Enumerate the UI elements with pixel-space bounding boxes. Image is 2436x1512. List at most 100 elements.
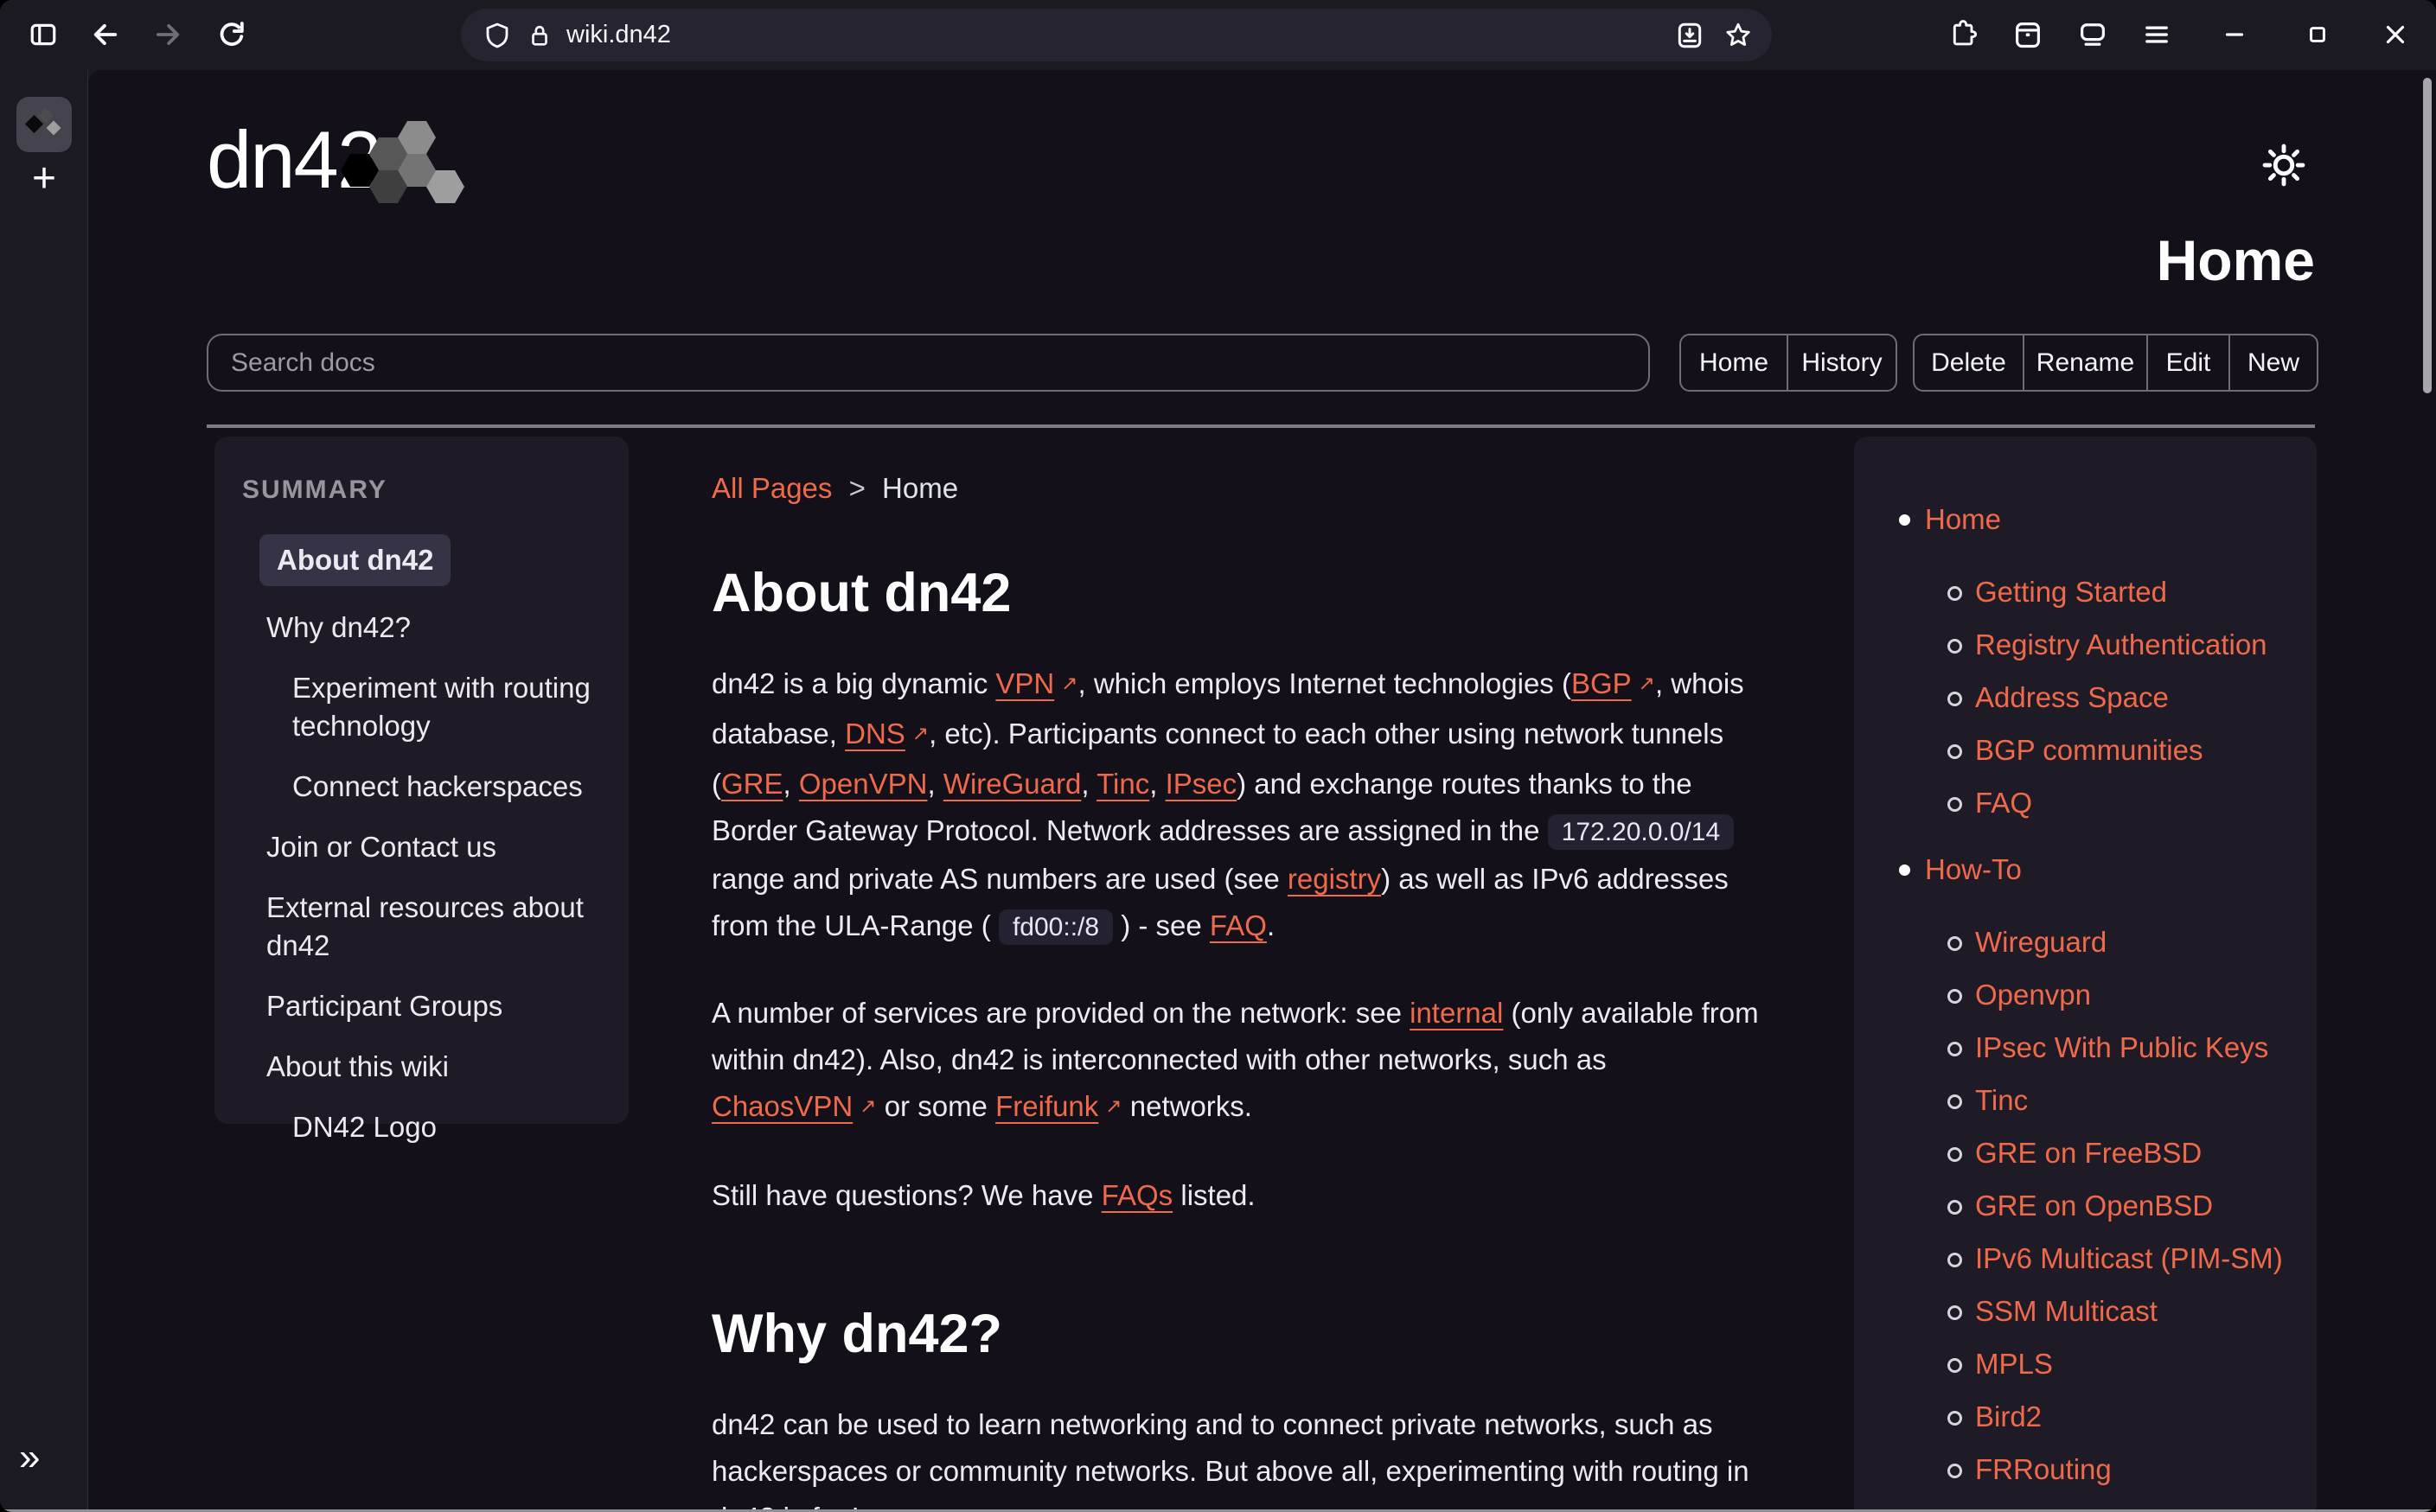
menu-button[interactable] [2132,10,2181,59]
new-tab-button[interactable]: + [0,155,88,202]
toc-link-ipsec-with-public-keys[interactable]: IPsec With Public Keys [1975,1031,2268,1063]
link-wireguard[interactable]: WireGuard [943,768,1082,800]
shield-icon[interactable] [483,22,511,49]
summary-item[interactable]: External resources about dn42 [266,889,604,965]
summary-heading: SUMMARY [242,475,604,505]
link-faq[interactable]: FAQ [1210,909,1267,941]
new-button[interactable]: New [2228,335,2317,390]
toc-subitem: SSM Multicast [1925,1292,2317,1337]
minimize-button[interactable] [2210,10,2259,59]
tab-overview-button[interactable] [2068,10,2117,59]
search-input[interactable] [207,334,1650,392]
maximize-button[interactable] [2293,10,2342,59]
toc-link-gre-on-freebsd[interactable]: GRE on FreeBSD [1975,1137,2202,1169]
summary-item[interactable]: Connect hackerspaces [292,768,604,806]
sidebar-toggle-icon [29,20,58,49]
summary-items: About dn42 Why dn42? Experiment with routi… [239,534,604,1146]
toc-subitem: GRE on OpenBSD [1925,1187,2317,1231]
summary-item[interactable]: Join or Contact us [266,828,604,866]
toc-link-faq[interactable]: FAQ [1975,787,2032,819]
header-divider [207,424,2315,428]
sidebar-toggle-button[interactable] [19,10,67,59]
vertical-tab-strip: + » [0,70,88,1512]
back-button[interactable] [81,10,130,59]
section-heading-about: About dn42 [712,565,1777,622]
summary-item[interactable]: Participant Groups [266,987,604,1025]
theme-toggle-button[interactable] [2261,143,2306,188]
summary-item-active[interactable]: About dn42 [259,534,451,586]
browser-window: wiki.dn42 [0,0,2436,1512]
toc-link-mpls[interactable]: MPLS [1975,1348,2053,1380]
hamburger-icon [2141,19,2172,50]
toc-link-ipv6-multicast-pim-sm-[interactable]: IPv6 Multicast (PIM-SM) [1975,1242,2283,1274]
archive-box-icon [2012,19,2043,50]
bookmark-star-icon[interactable] [1723,21,1753,50]
toc-link-home[interactable]: Home [1925,503,2001,535]
close-button[interactable] [2371,10,2420,59]
toc-link-registry-authentication[interactable]: Registry Authentication [1975,628,2267,660]
page-title: Home [2157,227,2315,293]
summary-item[interactable]: About this wiki [266,1048,604,1086]
scrollbar-thumb[interactable] [2423,78,2432,393]
forward-button[interactable] [144,10,192,59]
delete-button[interactable]: Delete [1915,335,2023,390]
toc-link-gre-on-openbsd[interactable]: GRE on OpenBSD [1975,1190,2213,1222]
toc-link-address-space[interactable]: Address Space [1975,681,2169,713]
back-icon [90,19,121,50]
summary-item[interactable]: Experiment with routing technology [292,669,604,745]
summary-item[interactable]: DN42 Logo [292,1108,604,1146]
toc-link-ssm-multicast[interactable]: SSM Multicast [1975,1295,2158,1327]
breadcrumb-all-pages-link[interactable]: All Pages [712,472,832,504]
save-to-pocket-icon[interactable] [1675,21,1704,50]
link-ipsec[interactable]: IPsec [1166,768,1237,800]
toc-subitem: GRE on FreeBSD [1925,1134,2317,1178]
container-button[interactable] [2004,10,2052,59]
expand-sidebar-button[interactable]: » [19,1436,40,1479]
link-freifunk[interactable]: Freifunk [995,1090,1098,1122]
summary-item[interactable]: Why dn42? [266,609,604,647]
close-icon [2381,20,2410,49]
paragraph-why-1: dn42 can be used to learn networking and… [712,1401,1777,1512]
extensions-button[interactable] [1939,10,1987,59]
toc-subitem: FRRouting [1925,1451,2317,1495]
toc-link-getting-started[interactable]: Getting Started [1975,576,2167,608]
browser-toolbar: wiki.dn42 [0,0,2436,70]
link-openvpn[interactable]: OpenVPN [799,768,928,800]
link-gre[interactable]: GRE [721,768,783,800]
forward-icon [152,19,183,50]
link-vpn[interactable]: VPN [995,667,1054,699]
maximize-icon [2303,20,2332,49]
edit-button[interactable]: Edit [2146,335,2228,390]
toc-section: How-To Wireguard Openvpn IPsec With Public … [1854,851,2317,1512]
link-tinc[interactable]: Tinc [1097,768,1149,800]
reload-icon [216,19,247,50]
external-link-icon: ↗ [1061,673,1077,695]
url-bar[interactable]: wiki.dn42 [461,9,1772,61]
toc-link-bgp-communities[interactable]: BGP communities [1975,734,2203,766]
toc-link-how-to[interactable]: How-To [1925,853,2022,885]
link-bgp[interactable]: BGP [1571,667,1632,699]
url-text[interactable]: wiki.dn42 [566,21,671,49]
link-dns[interactable]: DNS [845,718,905,750]
page-content: dn42 Home Home History Delete Rename Edi… [88,70,2436,1512]
toc-link-openbgpd[interactable]: OpenBGPD [1975,1506,2126,1512]
external-link-icon: ↗ [860,1095,876,1118]
toc-link-openvpn[interactable]: Openvpn [1975,979,2091,1011]
toc-subitem: Wireguard [1925,923,2317,967]
link-faqs[interactable]: FAQs [1102,1179,1173,1211]
active-tab[interactable] [16,97,72,152]
toc-link-frrouting[interactable]: FRRouting [1975,1453,2112,1485]
toc-link-tinc[interactable]: Tinc [1975,1084,2028,1116]
link-registry[interactable]: registry [1288,863,1381,895]
history-button[interactable]: History [1787,335,1896,390]
toc-link-bird2[interactable]: Bird2 [1975,1400,2042,1432]
rename-button[interactable]: Rename [2023,335,2146,390]
section-heading-why: Why dn42? [712,1305,1777,1362]
minimize-icon [2220,20,2249,49]
toc-link-wireguard[interactable]: Wireguard [1975,926,2107,958]
link-internal[interactable]: internal [1410,997,1503,1029]
home-button[interactable]: Home [1681,335,1787,390]
toc-subitem: BGP communities [1925,731,2317,775]
link-chaosvpn[interactable]: ChaosVPN [712,1090,853,1122]
reload-button[interactable] [208,10,256,59]
